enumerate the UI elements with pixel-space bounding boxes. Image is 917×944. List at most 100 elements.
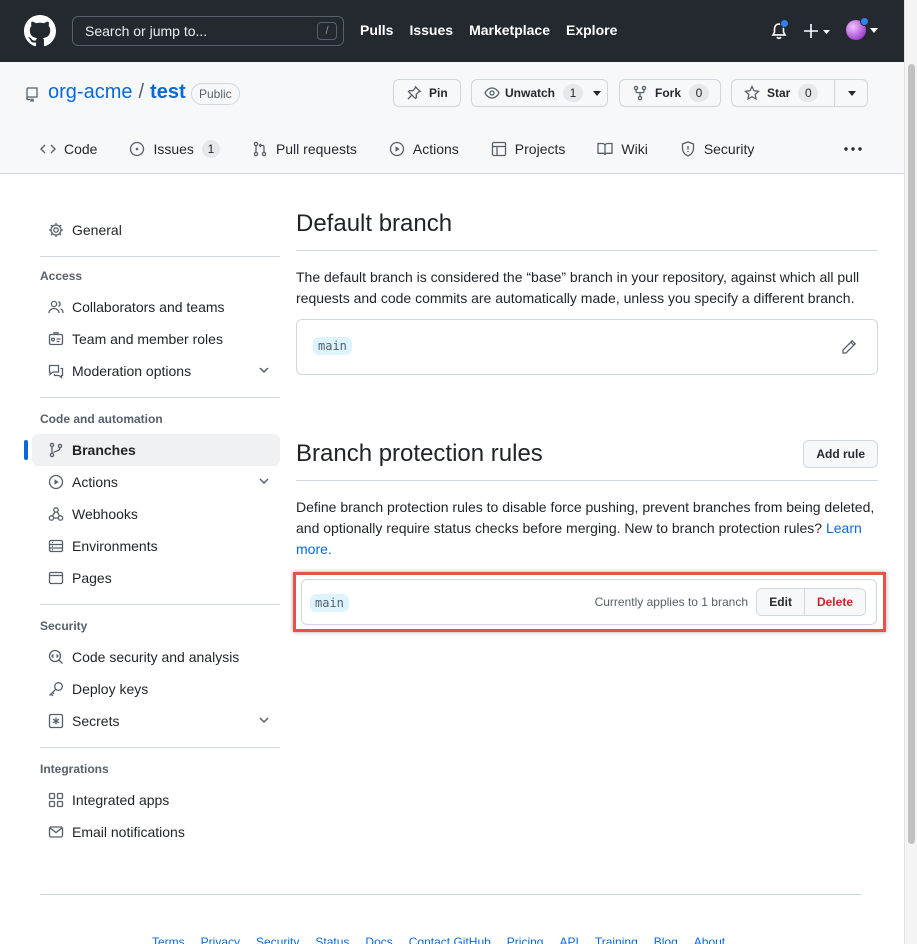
sidebar-item-integrated-apps[interactable]: Integrated apps bbox=[32, 784, 280, 816]
browser-icon bbox=[48, 571, 64, 585]
codescan-icon bbox=[48, 649, 63, 664]
sidebar-divider bbox=[40, 604, 280, 605]
search-shortcut-hint: / bbox=[317, 22, 337, 40]
footer-link-contact[interactable]: Contact GitHub bbox=[409, 935, 491, 944]
footer-link-status[interactable]: Status bbox=[315, 935, 349, 944]
sidebar-item-environments[interactable]: Environments bbox=[32, 530, 280, 562]
settings-sidebar: General Access Collaborators and teams T… bbox=[24, 214, 280, 848]
nav-issues[interactable]: Issues bbox=[409, 22, 453, 38]
sidebar-item-code-security[interactable]: Code security and analysis bbox=[32, 641, 280, 673]
add-rule-button[interactable]: Add rule bbox=[803, 440, 878, 468]
sidebar-item-label: Moderation options bbox=[72, 363, 192, 379]
pencil-icon[interactable] bbox=[841, 339, 857, 355]
chevron-down-icon[interactable] bbox=[258, 364, 270, 376]
tab-projects-label: Projects bbox=[514, 141, 566, 157]
shield-icon bbox=[681, 141, 694, 157]
github-logo-icon[interactable] bbox=[24, 15, 56, 47]
fork-count: 0 bbox=[689, 84, 710, 102]
fork-button[interactable]: Fork 0 bbox=[619, 79, 721, 107]
footer-link-training[interactable]: Training bbox=[595, 935, 638, 944]
tab-security[interactable]: Security bbox=[680, 138, 755, 160]
rule-branch-pattern: main bbox=[310, 594, 349, 612]
search-input[interactable]: Search or jump to... / bbox=[72, 16, 344, 46]
star-icon bbox=[744, 85, 760, 101]
watch-count: 1 bbox=[563, 84, 584, 102]
star-list-dropdown[interactable] bbox=[834, 80, 868, 106]
tab-code[interactable]: Code bbox=[40, 138, 97, 160]
delete-rule-button[interactable]: Delete bbox=[804, 589, 865, 615]
sidebar-item-webhooks[interactable]: Webhooks bbox=[32, 498, 280, 530]
pin-button[interactable]: Pin bbox=[393, 79, 461, 107]
edit-rule-button[interactable]: Edit bbox=[757, 589, 805, 615]
repo-name-link[interactable]: test bbox=[150, 81, 186, 104]
tab-projects[interactable]: Projects bbox=[491, 138, 566, 160]
footer-link-about[interactable]: About bbox=[694, 935, 725, 944]
tab-actions-label: Actions bbox=[412, 141, 459, 157]
tab-wiki[interactable]: Wiki bbox=[597, 138, 648, 160]
footer-link-api[interactable]: API bbox=[559, 935, 578, 944]
page-scrollbar[interactable] bbox=[904, 0, 917, 944]
sidebar-item-email-notifications[interactable]: Email notifications bbox=[32, 816, 280, 848]
highlighted-rule-frame: main Currently applies to 1 branch Edit … bbox=[293, 572, 886, 632]
scrollbar-thumb[interactable] bbox=[908, 64, 915, 844]
repo-tabs: Code Issues 1 Pull requests Actions Proj… bbox=[40, 138, 786, 160]
star-button[interactable]: Star 0 bbox=[731, 79, 868, 107]
global-header: Search or jump to... / Pulls Issues Mark… bbox=[0, 0, 904, 62]
apps-icon bbox=[48, 792, 64, 808]
nav-pulls[interactable]: Pulls bbox=[360, 22, 393, 38]
tab-issues-label: Issues bbox=[153, 141, 194, 157]
table-icon bbox=[491, 141, 506, 157]
repo-icon bbox=[26, 87, 38, 102]
sidebar-item-secrets[interactable]: Secrets bbox=[32, 705, 280, 737]
avatar-menu-caret-icon[interactable] bbox=[870, 28, 878, 33]
footer-link-security[interactable]: Security bbox=[256, 935, 299, 944]
unwatch-button[interactable]: Unwatch 1 bbox=[471, 79, 608, 107]
sidebar-item-moderation[interactable]: Moderation options bbox=[32, 355, 280, 387]
rule-actions: Edit Delete bbox=[756, 588, 866, 616]
mail-icon bbox=[48, 826, 64, 838]
sidebar-divider bbox=[40, 256, 280, 257]
footer-link-terms[interactable]: Terms bbox=[152, 935, 185, 944]
nav-marketplace[interactable]: Marketplace bbox=[469, 22, 550, 38]
create-new-icon[interactable] bbox=[803, 20, 831, 42]
sidebar-divider bbox=[40, 397, 280, 398]
sidebar-item-label: Integrated apps bbox=[72, 792, 170, 808]
sidebar-item-deploy-keys[interactable]: Deploy keys bbox=[32, 673, 280, 705]
tab-actions[interactable]: Actions bbox=[389, 138, 459, 160]
default-branch-description: The default branch is considered the “ba… bbox=[296, 269, 860, 306]
footer-link-blog[interactable]: Blog bbox=[654, 935, 678, 944]
chevron-down-icon[interactable] bbox=[258, 714, 270, 726]
pin-label: Pin bbox=[429, 86, 448, 100]
footer-link-privacy[interactable]: Privacy bbox=[201, 935, 240, 944]
issues-count: 1 bbox=[201, 140, 220, 158]
more-options-icon[interactable] bbox=[844, 147, 862, 151]
chevron-down-icon bbox=[593, 90, 602, 96]
pin-icon bbox=[407, 85, 422, 100]
chevron-down-icon[interactable] bbox=[258, 475, 270, 487]
footer-link-docs[interactable]: Docs bbox=[365, 935, 392, 944]
git-branch-icon bbox=[49, 442, 63, 458]
sidebar-item-actions[interactable]: Actions bbox=[32, 466, 280, 498]
tab-wiki-label: Wiki bbox=[621, 141, 648, 157]
sidebar-item-collaborators[interactable]: Collaborators and teams bbox=[32, 291, 280, 323]
sidebar-item-branches[interactable]: Branches bbox=[24, 434, 280, 466]
repo-header: org-acme / test Public Pin Unwatch 1 For… bbox=[0, 62, 904, 174]
tab-security-label: Security bbox=[703, 141, 755, 157]
nav-explore[interactable]: Explore bbox=[566, 22, 617, 38]
tab-pull-requests-label: Pull requests bbox=[275, 141, 357, 157]
default-branch-name: main bbox=[313, 337, 352, 355]
book-icon bbox=[597, 142, 614, 156]
footer-link-pricing[interactable]: Pricing bbox=[507, 935, 544, 944]
tab-issues[interactable]: Issues 1 bbox=[129, 138, 220, 160]
sidebar-item-label: Pages bbox=[72, 570, 112, 586]
tab-pull-requests[interactable]: Pull requests bbox=[252, 138, 357, 160]
rule-applies-text: Currently applies to 1 branch bbox=[594, 595, 748, 609]
sidebar-item-pages[interactable]: Pages bbox=[32, 562, 280, 594]
sidebar-item-general[interactable]: General bbox=[32, 214, 280, 246]
sidebar-item-member-roles[interactable]: Team and member roles bbox=[32, 323, 280, 355]
comment-discussion-icon bbox=[48, 364, 64, 379]
sidebar-heading-access: Access bbox=[40, 269, 83, 283]
search-placeholder: Search or jump to... bbox=[85, 23, 208, 39]
repo-owner-link[interactable]: org-acme bbox=[48, 81, 132, 104]
id-badge-icon bbox=[48, 332, 64, 346]
